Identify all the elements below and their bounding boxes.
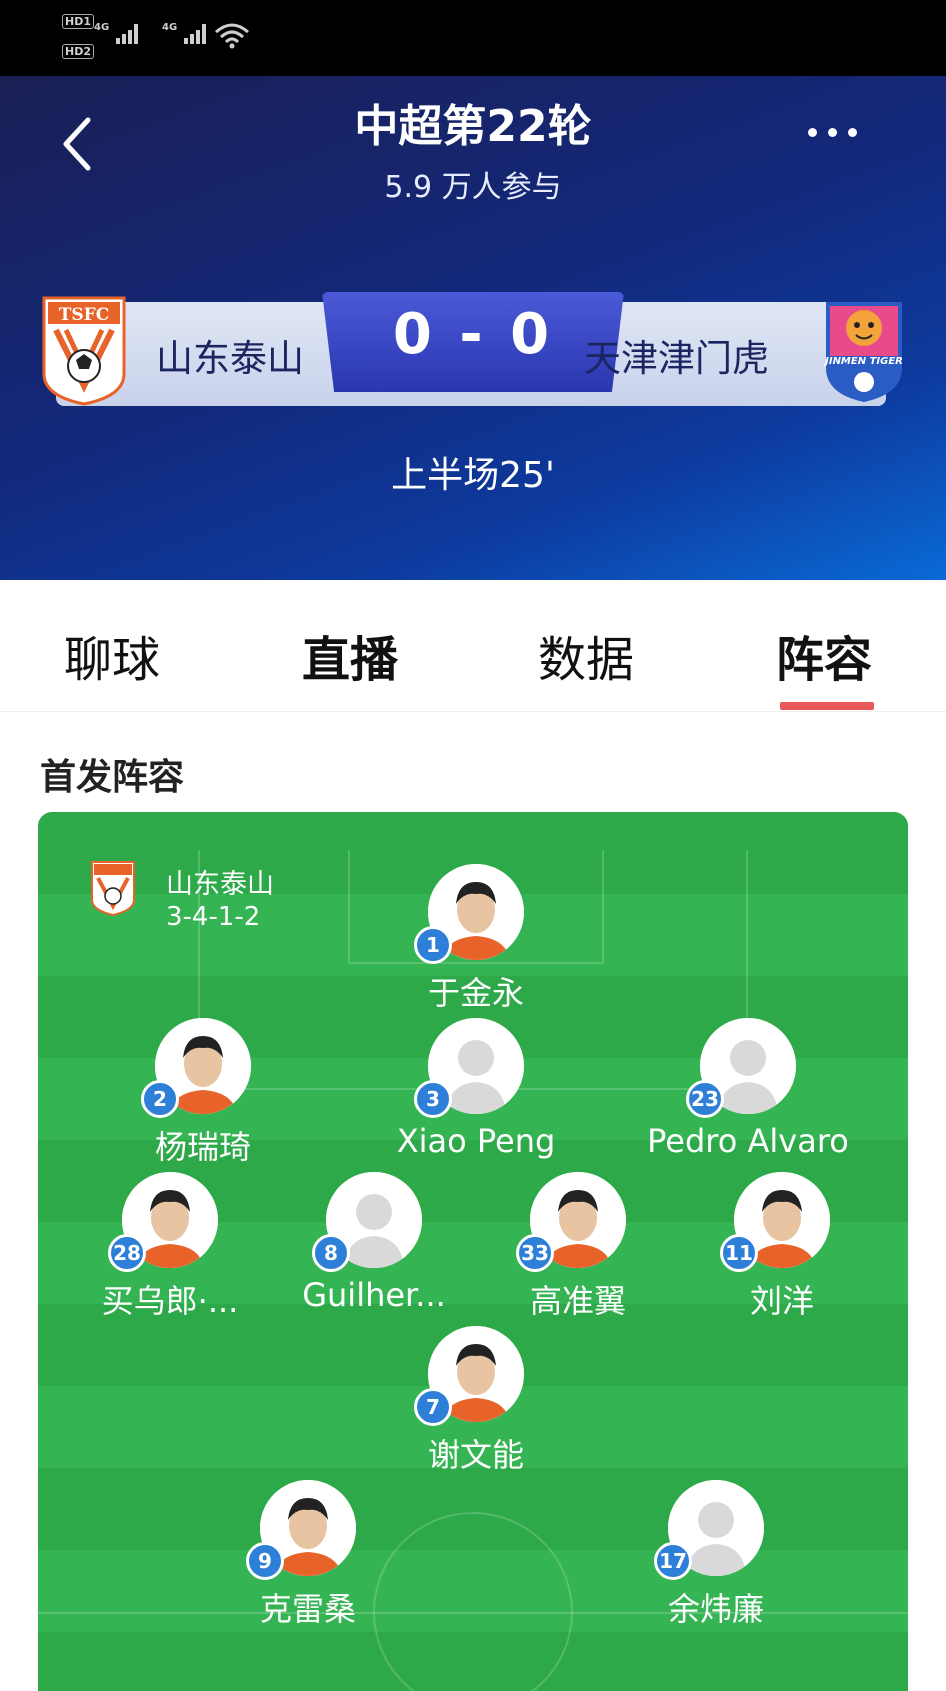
player-name: Xiao Peng — [396, 1122, 556, 1160]
section-title: 首发阵容 — [40, 757, 185, 798]
player-name: 高准翼 — [529, 1282, 626, 1320]
lineup-pitch: 山东泰山 3-4-1-2 1 于金永 2 杨瑞琦 3 Xiao Peng 23 Pedro A… — [38, 812, 908, 1691]
player-number-badge: 11 — [720, 1234, 758, 1272]
player-number-badge: 9 — [246, 1542, 284, 1580]
player-number-badge: 23 — [686, 1080, 724, 1118]
player-name: 刘洋 — [749, 1282, 814, 1320]
player-name: 于金永 — [427, 974, 524, 1012]
player-number-badge: 28 — [108, 1234, 146, 1272]
tab-chat[interactable]: 聊球 — [64, 620, 160, 690]
player-number-badge: 3 — [414, 1080, 452, 1118]
player-number-badge: 33 — [516, 1234, 554, 1272]
active-tab-indicator — [780, 702, 874, 710]
svg-text:TSFC: TSFC — [59, 305, 110, 325]
player-name: 买乌郎·... — [101, 1282, 239, 1320]
player-number-badge: 1 — [414, 926, 452, 964]
tab-stats[interactable]: 数据 — [538, 620, 634, 690]
page-title: 中超第22轮 — [354, 101, 592, 152]
player-number-badge: 17 — [654, 1542, 692, 1580]
match-time: 上半场25' — [391, 455, 555, 496]
player-name: 杨瑞琦 — [154, 1128, 251, 1166]
signal-icon — [184, 24, 206, 44]
player-name: 余炜廉 — [667, 1590, 764, 1628]
player-number-badge: 7 — [414, 1388, 452, 1426]
player-name: Guilher... — [302, 1276, 446, 1314]
home-team-name[interactable]: 山东泰山 — [156, 328, 304, 382]
status-bar: HD1 HD2 4G 4G — [0, 0, 946, 76]
away-team-name[interactable]: 天津津门虎 — [584, 328, 769, 382]
tab-lineup[interactable]: 阵容 — [776, 620, 872, 690]
player-number-badge: 2 — [141, 1080, 179, 1118]
signal-icon — [116, 24, 138, 44]
player-name: 克雷桑 — [259, 1590, 356, 1628]
sim1-indicator: HD1 — [62, 14, 94, 29]
network-type-1: 4G — [94, 22, 110, 33]
tab-bar: 聊球 直播 数据 阵容 — [0, 580, 946, 712]
home-team-crest[interactable]: TSFC — [42, 296, 126, 406]
away-team-crest[interactable]: JINMEN TIGER — [820, 298, 908, 404]
participant-count: 5.9 万人参与 — [384, 170, 562, 205]
player-name: 谢文能 — [427, 1436, 524, 1474]
formation: 3-4-1-2 — [166, 902, 261, 932]
player-number-badge: 8 — [312, 1234, 350, 1272]
svg-text:JINMEN TIGER: JINMEN TIGER — [823, 356, 903, 367]
sim2-indicator: HD2 — [62, 44, 94, 59]
lineup-team-name: 山东泰山 — [166, 869, 274, 900]
network-type-2: 4G — [162, 22, 178, 33]
match-score: 0 - 0 — [392, 302, 554, 367]
tab-live[interactable]: 直播 — [302, 620, 398, 690]
more-options-icon[interactable] — [808, 128, 868, 148]
wifi-icon — [215, 23, 249, 49]
match-header: 中超第22轮 5.9 万人参与 TSFC 山东泰山 0 - 0 天津津门虎 JI… — [0, 76, 946, 580]
player-name: Pedro Alvaro — [647, 1122, 849, 1160]
team-badge-icon — [91, 861, 135, 916]
